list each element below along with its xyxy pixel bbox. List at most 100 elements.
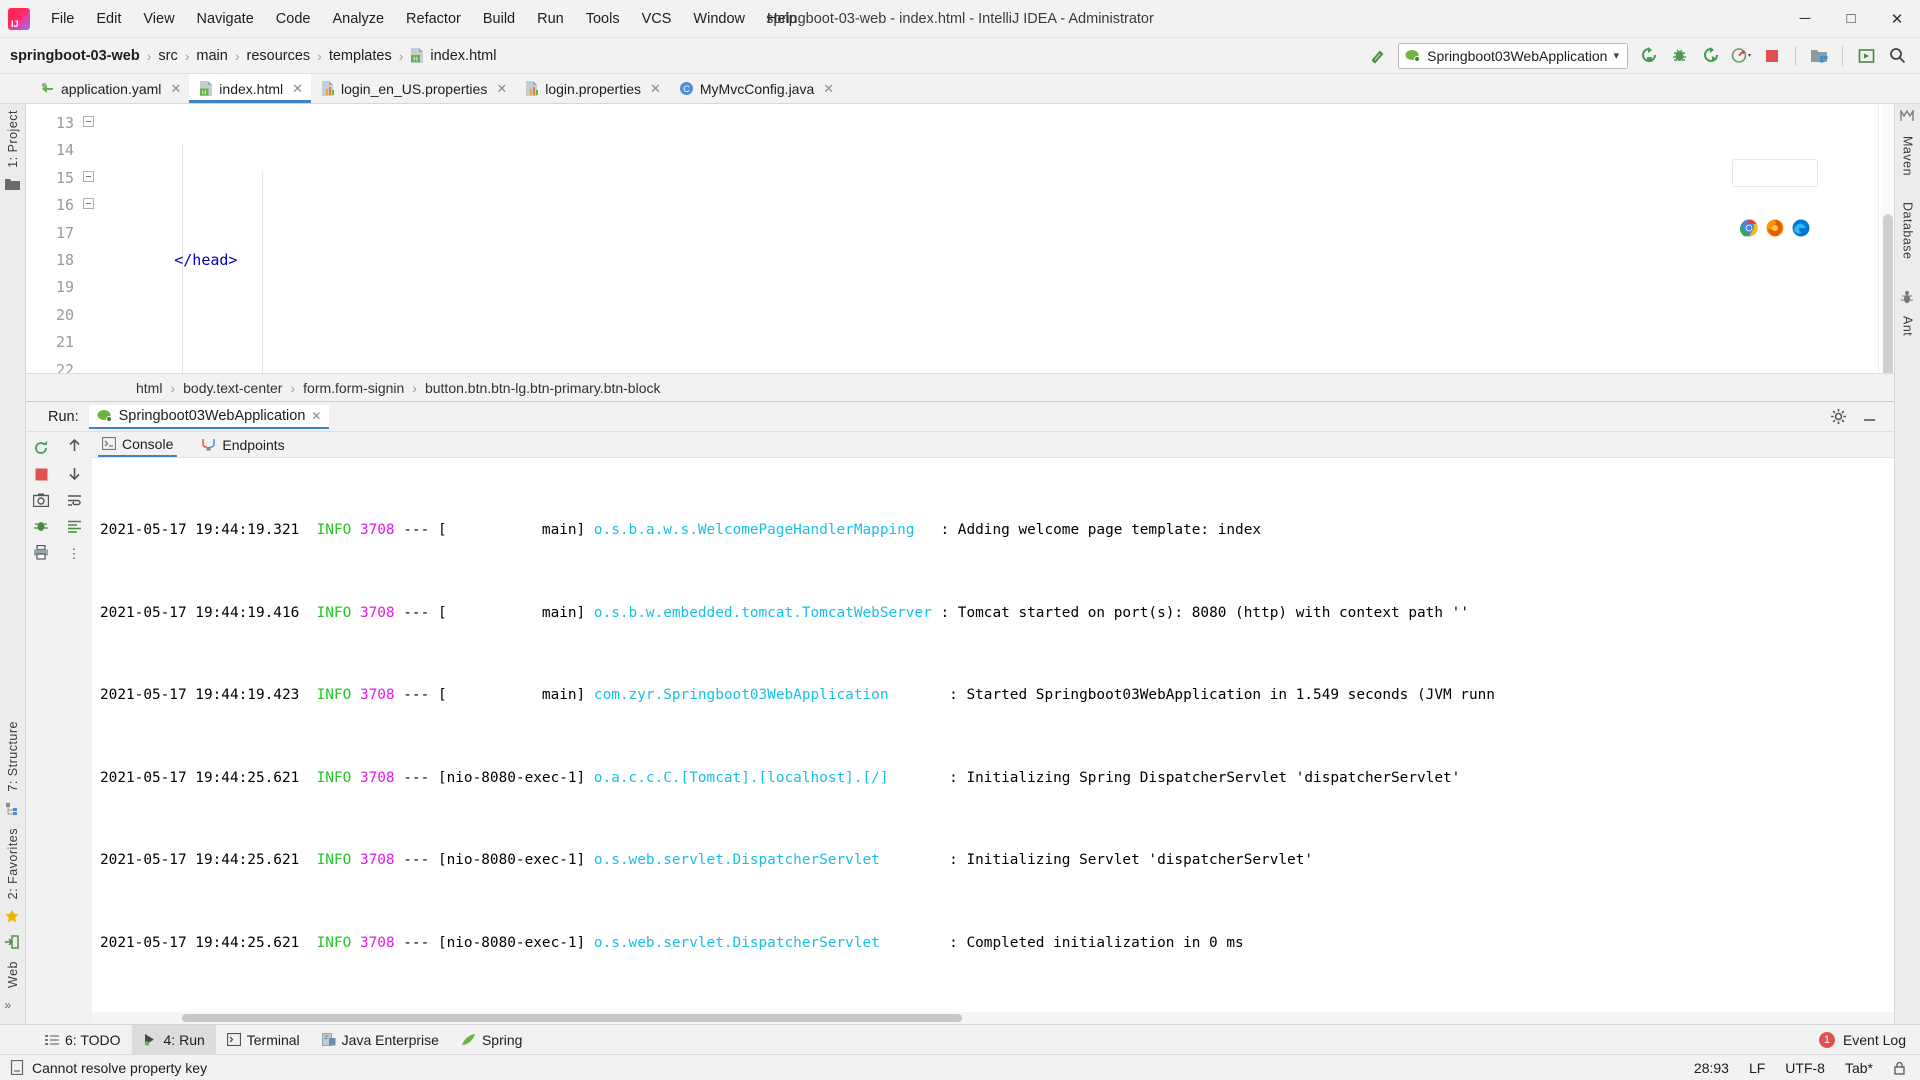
debug-icon[interactable] — [1668, 45, 1690, 67]
fold-marker[interactable] — [83, 116, 94, 127]
editor-tab-application-yaml[interactable]: application.yaml ✕ — [30, 74, 189, 103]
more-icon[interactable]: ⋮ — [68, 546, 81, 562]
editor-tab-login-properties[interactable]: login.properties ✕ — [515, 74, 669, 103]
breadcrumb-main[interactable]: main — [196, 48, 227, 64]
chevron-down-icon[interactable]: ▾ — [1613, 49, 1619, 62]
close-icon[interactable]: ✕ — [650, 81, 661, 97]
build-hammer-icon[interactable] — [1367, 45, 1389, 67]
soft-wrap-icon[interactable] — [67, 494, 82, 507]
bottom-tab-java-enterprise[interactable]: Java Enterprise — [311, 1025, 450, 1054]
project-structure-icon[interactable] — [1808, 45, 1830, 67]
breadcrumb-html[interactable]: html — [136, 380, 162, 396]
file-encoding[interactable]: UTF-8 — [1785, 1060, 1825, 1076]
breadcrumb-file[interactable]: index.html — [430, 48, 496, 64]
lock-icon[interactable] — [1893, 1061, 1906, 1075]
menu-code[interactable]: Code — [265, 8, 322, 30]
profile-icon[interactable] — [1730, 45, 1752, 67]
close-icon[interactable]: ✕ — [292, 81, 303, 97]
tab-endpoints[interactable]: Endpoints — [197, 434, 288, 456]
close-icon[interactable]: ✕ — [823, 81, 834, 97]
breadcrumb-src[interactable]: src — [158, 48, 177, 64]
camera-icon[interactable] — [33, 493, 49, 507]
close-icon[interactable]: ✕ — [496, 81, 507, 97]
stop-icon[interactable] — [1761, 45, 1783, 67]
expand-icon[interactable]: » — [5, 998, 21, 1014]
import-icon[interactable] — [4, 935, 21, 951]
editor-gutter[interactable]: 13 14 15 16 17 18 19 20 21 22 23 24 25 2… — [26, 104, 102, 373]
breadcrumb-templates[interactable]: templates — [329, 48, 392, 64]
up-icon[interactable] — [67, 438, 82, 453]
down-icon[interactable] — [67, 466, 82, 481]
print-icon[interactable] — [33, 545, 49, 560]
scrollbar-thumb[interactable] — [1883, 214, 1893, 373]
minimize-icon[interactable] — [1861, 408, 1878, 425]
line-separator[interactable]: LF — [1749, 1060, 1765, 1076]
code-editor[interactable]: 13 14 15 16 17 18 19 20 21 22 23 24 25 2… — [26, 104, 1894, 373]
maximize-button[interactable]: □ — [1828, 0, 1874, 37]
scroll-end-icon[interactable] — [67, 520, 82, 533]
indent-setting[interactable]: Tab* — [1845, 1060, 1873, 1076]
run-with-coverage-icon[interactable] — [1699, 45, 1721, 67]
menu-analyze[interactable]: Analyze — [321, 8, 395, 30]
code-text-area[interactable]: </head> <body class="text-center"> <form… — [102, 104, 1878, 373]
run-configuration-tab[interactable]: Springboot03WebApplication ✕ — [88, 404, 330, 429]
tool-window-favorites[interactable]: 2: Favorites — [6, 828, 20, 899]
breadcrumb-form[interactable]: form.form-signin — [303, 380, 404, 396]
tab-console[interactable]: Console — [98, 433, 178, 457]
thread-dump-icon[interactable] — [33, 518, 49, 534]
editor-tab-index-html[interactable]: H index.html ✕ — [189, 74, 312, 103]
structure-icon[interactable] — [5, 802, 21, 818]
close-button[interactable]: ✕ — [1874, 0, 1920, 37]
breadcrumb-body[interactable]: body.text-center — [183, 380, 282, 396]
menu-navigate[interactable]: Navigate — [186, 8, 265, 30]
gear-icon[interactable] — [1830, 408, 1847, 425]
tool-window-project[interactable]: 1: Project — [6, 110, 20, 168]
bottom-tab-run[interactable]: 4: Run — [131, 1025, 216, 1054]
bottom-tab-spring[interactable]: Spring — [450, 1025, 533, 1054]
menu-run[interactable]: Run — [526, 8, 575, 30]
menu-file[interactable]: File — [40, 8, 85, 30]
bottom-tab-terminal[interactable]: Terminal — [216, 1025, 311, 1054]
firefox-icon[interactable] — [1766, 164, 1784, 237]
chrome-icon[interactable] — [1740, 164, 1758, 237]
minimize-button[interactable]: ─ — [1782, 0, 1828, 37]
console-horizontal-scrollbar[interactable] — [92, 1012, 1894, 1024]
star-icon[interactable] — [5, 909, 21, 925]
close-icon[interactable]: ✕ — [311, 409, 321, 423]
browser-preview-bar[interactable] — [1732, 159, 1818, 237]
menu-vcs[interactable]: VCS — [631, 8, 683, 30]
breadcrumb-resources[interactable]: resources — [247, 48, 311, 64]
fold-marker[interactable] — [83, 171, 94, 182]
caret-position[interactable]: 28:93 — [1694, 1060, 1729, 1076]
tool-window-database[interactable]: Database — [1901, 202, 1915, 260]
tool-window-maven[interactable]: Maven — [1901, 136, 1915, 176]
browser-icon[interactable] — [1855, 45, 1877, 67]
breadcrumb-button[interactable]: button.btn.btn-lg.btn-primary.btn-block — [425, 380, 661, 396]
editor-tab-mymvcconfig-java[interactable]: C MyMvcConfig.java ✕ — [669, 74, 842, 103]
menu-view[interactable]: View — [132, 8, 185, 30]
tool-window-web[interactable]: Web — [6, 961, 20, 988]
fold-marker[interactable] — [83, 198, 94, 209]
folder-icon[interactable] — [4, 178, 21, 194]
bottom-tab-todo[interactable]: 6: TODO — [34, 1025, 132, 1054]
breadcrumb-project[interactable]: springboot-03-web — [10, 48, 140, 64]
menu-edit[interactable]: Edit — [85, 8, 132, 30]
event-log-area[interactable]: 1 Event Log — [1818, 1025, 1920, 1054]
menu-build[interactable]: Build — [472, 8, 526, 30]
run-configuration-selector[interactable]: Springboot03WebApplication ▾ — [1398, 42, 1628, 69]
run-icon[interactable] — [1637, 45, 1659, 67]
scrollbar-thumb[interactable] — [182, 1014, 962, 1022]
menu-window[interactable]: Window — [682, 8, 756, 30]
editor-tab-login-en-us-properties[interactable]: login_en_US.properties ✕ — [311, 74, 515, 103]
event-log-label[interactable]: Event Log — [1843, 1032, 1906, 1048]
console-log-output[interactable]: 2021-05-17 19:44:19.321 INFO 3708 --- [ … — [92, 458, 1894, 1012]
rerun-icon[interactable] — [33, 440, 49, 456]
menu-help[interactable]: Help — [756, 8, 808, 30]
close-icon[interactable]: ✕ — [170, 81, 181, 97]
editor-scrollbar[interactable] — [1881, 104, 1894, 373]
menu-tools[interactable]: Tools — [575, 8, 631, 30]
menu-refactor[interactable]: Refactor — [395, 8, 472, 30]
tool-window-ant[interactable]: Ant — [1901, 316, 1915, 336]
search-everywhere-icon[interactable] — [1886, 45, 1908, 67]
stop-icon[interactable] — [34, 467, 49, 482]
